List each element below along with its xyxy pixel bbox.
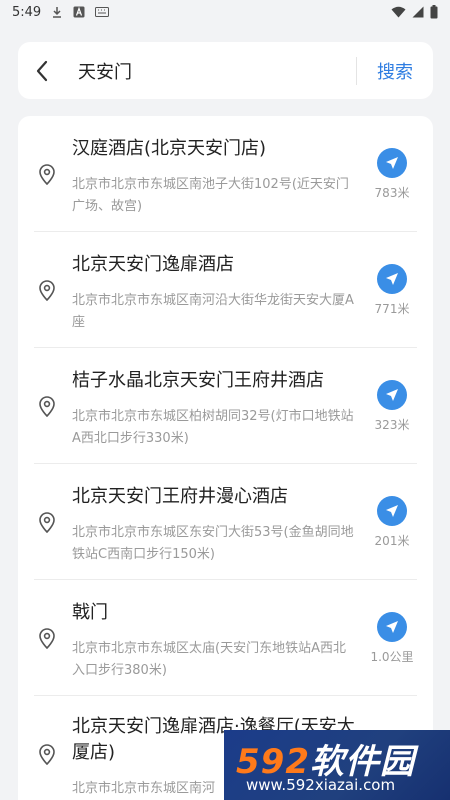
location-pin-icon xyxy=(39,511,55,533)
search-bar: 搜索 xyxy=(18,42,433,99)
result-title: 北京天安门王府井漫心酒店 xyxy=(72,486,288,507)
results-list: 汉庭酒店(北京天安门店) 北京市北京市东城区南池子大街102号(近天安门广场、故… xyxy=(18,116,433,800)
back-arrow-icon xyxy=(36,60,48,81)
navigate-button[interactable] xyxy=(377,264,407,294)
navigate-group: 201米 xyxy=(367,496,417,549)
search-button[interactable]: 搜索 xyxy=(357,42,433,99)
location-pin-icon xyxy=(39,163,55,185)
location-pin-icon xyxy=(39,743,55,765)
status-bar: 5:49 xyxy=(0,0,450,24)
list-item[interactable]: 戟门 北京市北京市东城区太庙(天安门东地铁站A西北入口步行380米) 1.0公里 xyxy=(34,580,417,696)
wifi-icon xyxy=(391,6,406,18)
keyboard-icon xyxy=(95,7,110,17)
back-button[interactable] xyxy=(18,42,66,99)
distance-label: 201米 xyxy=(374,534,410,548)
battery-icon xyxy=(430,5,438,19)
distance-label: 1.0公里 xyxy=(370,650,414,664)
list-item[interactable]: 北京天安门逸扉酒店 北京市北京市东城区南河沿大街华龙街天安大厦A座 771米 xyxy=(34,232,417,348)
list-item[interactable]: 桔子水晶北京天安门王府井酒店 北京市北京市东城区柏树胡同32号(灯市口地铁站A西… xyxy=(34,348,417,464)
navigation-arrow-icon xyxy=(386,505,398,517)
list-item[interactable]: 汉庭酒店(北京天安门店) 北京市北京市东城区南池子大街102号(近天安门广场、故… xyxy=(34,116,417,232)
status-time: 5:49 xyxy=(12,4,42,20)
app-a-icon xyxy=(73,6,85,18)
result-address: 北京市北京市东城区南河沿大街华龙街天安大厦A座 xyxy=(72,293,354,330)
signal-icon xyxy=(412,6,424,18)
navigation-arrow-icon xyxy=(386,621,398,633)
watermark-logo: 592软件园 www.592xiazai.com xyxy=(224,730,450,800)
location-pin-icon xyxy=(39,627,55,649)
navigation-arrow-icon xyxy=(386,157,398,169)
navigate-button[interactable] xyxy=(377,612,407,642)
navigate-button[interactable] xyxy=(377,496,407,526)
navigate-group: 771米 xyxy=(367,264,417,317)
location-pin-icon xyxy=(39,279,55,301)
result-address: 北京市北京市东城区柏树胡同32号(灯市口地铁站A西北口步行330米) xyxy=(72,409,354,446)
result-title: 汉庭酒店(北京天安门店) xyxy=(72,138,267,159)
navigate-button[interactable] xyxy=(377,148,407,178)
navigation-arrow-icon xyxy=(386,389,398,401)
distance-label: 323米 xyxy=(374,418,410,432)
navigation-arrow-icon xyxy=(386,273,398,285)
navigate-group: 323米 xyxy=(367,380,417,433)
distance-label: 783米 xyxy=(374,186,410,200)
result-title: 桔子水晶北京天安门王府井酒店 xyxy=(72,370,324,391)
search-input[interactable] xyxy=(66,42,356,99)
result-title: 北京天安门逸扉酒店 xyxy=(72,254,234,275)
navigate-button[interactable] xyxy=(377,380,407,410)
navigate-group: 783米 xyxy=(367,148,417,201)
watermark-url: www.592xiazai.com xyxy=(246,776,396,794)
result-title: 戟门 xyxy=(72,602,108,623)
result-address: 北京市北京市东城区南池子大街102号(近天安门广场、故宫) xyxy=(72,177,349,214)
list-item[interactable]: 北京天安门王府井漫心酒店 北京市北京市东城区东安门大街53号(金鱼胡同地铁站C西… xyxy=(34,464,417,580)
location-pin-icon xyxy=(39,395,55,417)
result-address: 北京市北京市东城区太庙(天安门东地铁站A西北入口步行380米) xyxy=(72,641,346,678)
result-address: 北京市北京市东城区东安门大街53号(金鱼胡同地铁站C西南口步行150米) xyxy=(72,525,354,562)
navigate-group: 1.0公里 xyxy=(367,612,417,665)
distance-label: 771米 xyxy=(374,302,410,316)
download-icon xyxy=(53,7,62,18)
